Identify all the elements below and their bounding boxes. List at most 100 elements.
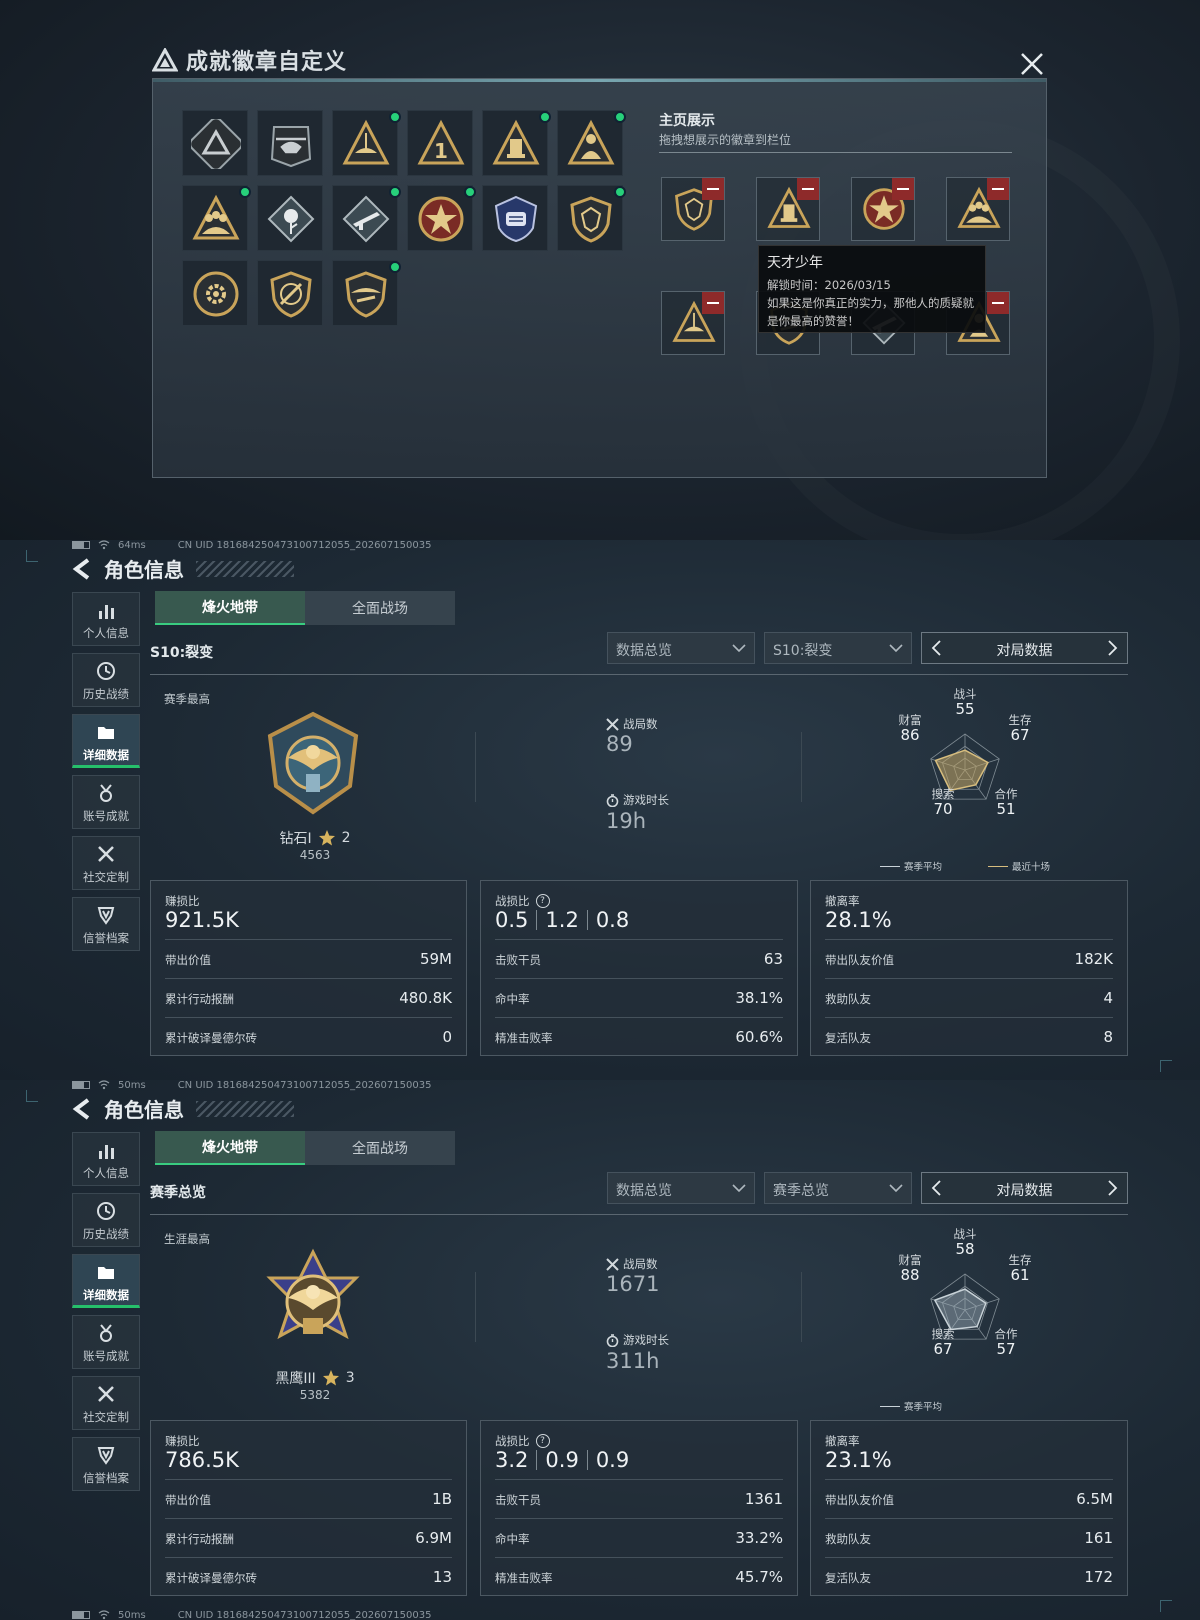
- rank-stars: 2: [341, 830, 351, 846]
- radar-value-search: 67: [933, 1340, 953, 1358]
- character-info-panel-season: 64ms CN UID 181684250473100712055_202607…: [0, 540, 1200, 1080]
- card-main-value: 23.1%: [825, 1448, 892, 1472]
- chevron-right-icon[interactable]: [1097, 1173, 1127, 1203]
- close-icon[interactable]: [1018, 50, 1046, 78]
- nav-item-1[interactable]: 历史战绩: [72, 653, 140, 707]
- nav-label: 信誉档案: [83, 931, 129, 945]
- showcase-slot[interactable]: [661, 291, 725, 355]
- legend-label: 最近十场: [1012, 862, 1051, 873]
- chevron-left-icon[interactable]: [922, 1173, 952, 1203]
- nav-item-0[interactable]: 个人信息: [72, 1132, 140, 1186]
- stat-key: 复活队友: [825, 1571, 871, 1585]
- chevron-right-icon[interactable]: [1097, 633, 1127, 663]
- stat-row: 带出队友价值 182K: [825, 939, 1113, 977]
- dialog-title-bar: 成就徽章自定义: [152, 44, 347, 76]
- badge-item[interactable]: [557, 185, 626, 251]
- badge-item[interactable]: [182, 260, 248, 326]
- nav-label: 个人信息: [83, 1166, 129, 1180]
- nav-item-5[interactable]: 信誉档案: [72, 1437, 140, 1491]
- header: 角色信息: [72, 1094, 294, 1123]
- showcase-slot[interactable]: [661, 177, 725, 241]
- tools-icon: [98, 1386, 114, 1402]
- nav-item-2[interactable]: 详细数据: [72, 1254, 140, 1308]
- pager-label: 对局数据: [996, 643, 1053, 659]
- nav-item-5[interactable]: 信誉档案: [72, 897, 140, 951]
- back-arrow-icon[interactable]: [72, 557, 92, 580]
- remove-badge-button[interactable]: [987, 178, 1009, 200]
- badge-item[interactable]: [482, 110, 551, 176]
- badge-item[interactable]: [257, 110, 323, 176]
- radar-value-coop: 51: [996, 800, 1016, 818]
- stat-row: 救助队友 161: [825, 1518, 1113, 1556]
- showcase-slot[interactable]: [756, 177, 820, 241]
- season-dropdown[interactable]: 赛季总览: [764, 1172, 912, 1204]
- matches-label: 战局数: [623, 1257, 658, 1271]
- card-label: 撤离率: [825, 894, 860, 908]
- stat-value: 4: [1103, 989, 1113, 1007]
- showcase-divider: [659, 152, 1012, 153]
- badge-item[interactable]: [407, 185, 476, 251]
- remove-badge-button[interactable]: [892, 178, 914, 200]
- radar-value-combat: 58: [955, 1240, 975, 1258]
- tab-firezone[interactable]: 烽火地带: [155, 1131, 305, 1165]
- nav-item-1[interactable]: 历史战绩: [72, 1193, 140, 1247]
- stat-key: 命中率: [495, 1532, 530, 1546]
- status-bar-bottom: 50ms CN UID 181684250473100712055_202607…: [72, 1608, 431, 1620]
- kd-separator: [586, 1450, 588, 1470]
- kd-separator: [536, 910, 538, 930]
- badge-item[interactable]: [557, 110, 626, 176]
- showcase-slot[interactable]: [946, 177, 1010, 241]
- back-arrow-icon[interactable]: [72, 1097, 92, 1120]
- legend-swatch: [988, 865, 1008, 867]
- stat-row: 精准击败率 45.7%: [495, 1557, 783, 1595]
- nav-item-0[interactable]: 个人信息: [72, 592, 140, 646]
- nav-item-4[interactable]: 社交定制: [72, 1376, 140, 1430]
- nav-item-3[interactable]: 账号成就: [72, 775, 140, 829]
- badge-customize-screen: 成就徽章自定义 主页展示 拖拽想展示的徽章到栏位 1 天才少年 解锁时间：202…: [0, 0, 1200, 540]
- squad-emblem-icon: [192, 194, 240, 240]
- remove-badge-button[interactable]: [797, 178, 819, 200]
- season-dropdown[interactable]: S10:裂变: [764, 632, 912, 664]
- badge-item[interactable]: [482, 185, 548, 251]
- stat-key: 击败干员: [495, 1493, 541, 1507]
- badge-item[interactable]: [257, 260, 323, 326]
- chevron-down-icon: [732, 644, 746, 653]
- tab-firezone[interactable]: 烽火地带: [155, 591, 305, 625]
- badge-item[interactable]: [182, 185, 251, 251]
- nav-label: 账号成就: [83, 809, 129, 823]
- nav-item-2[interactable]: 详细数据: [72, 714, 140, 768]
- remove-badge-button[interactable]: [987, 292, 1009, 314]
- badge-item[interactable]: [332, 110, 401, 176]
- legend-season-avg: 赛季平均: [880, 1399, 942, 1413]
- legend-label: 赛季平均: [904, 1402, 943, 1413]
- card-label: 赚损比: [165, 1434, 200, 1448]
- help-icon[interactable]: ?: [535, 894, 550, 908]
- clock-icon: [97, 1202, 115, 1220]
- crossed-swords-icon: [606, 717, 619, 731]
- cog-emblem-icon: [193, 271, 239, 317]
- stat-row: 命中率 33.2%: [495, 1518, 783, 1556]
- data-type-dropdown[interactable]: 数据总览: [607, 1172, 755, 1204]
- badge-item[interactable]: [182, 110, 248, 176]
- triangle-logo-icon: [152, 48, 178, 72]
- nav-item-4[interactable]: 社交定制: [72, 836, 140, 890]
- star-icon: [318, 830, 335, 846]
- help-icon[interactable]: ?: [535, 1434, 550, 1448]
- badge-item[interactable]: [332, 260, 401, 326]
- stat-row: 击败干员 63: [495, 939, 783, 977]
- tab-battlefield[interactable]: 全面战场: [305, 1131, 455, 1165]
- data-type-dropdown[interactable]: 数据总览: [607, 632, 755, 664]
- chevron-left-icon[interactable]: [922, 633, 952, 663]
- showcase-slot[interactable]: [851, 177, 915, 241]
- radar-value-combat: 55: [955, 700, 975, 718]
- matches-value: 1671: [606, 1272, 660, 1296]
- badge-item[interactable]: [332, 185, 401, 251]
- stat-key: 救助队友: [825, 1532, 871, 1546]
- badge-item[interactable]: [257, 185, 323, 251]
- badge-item[interactable]: 1: [407, 110, 473, 176]
- remove-badge-button[interactable]: [702, 178, 724, 200]
- remove-badge-button[interactable]: [702, 292, 724, 314]
- section-divider: [150, 674, 1128, 675]
- nav-item-3[interactable]: 账号成就: [72, 1315, 140, 1369]
- tab-battlefield[interactable]: 全面战场: [305, 591, 455, 625]
